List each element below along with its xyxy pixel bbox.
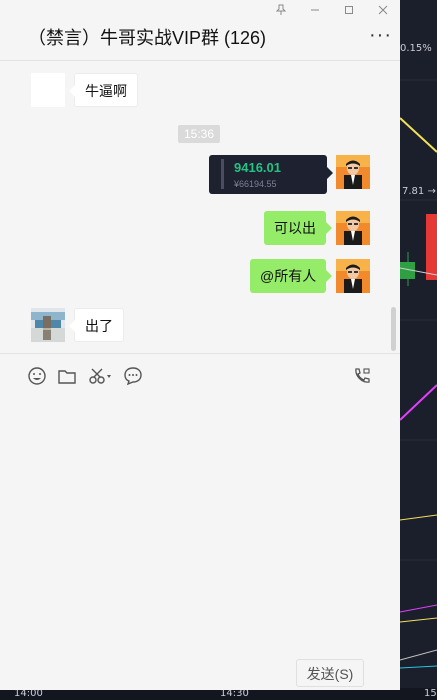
maximize-icon[interactable]	[340, 4, 358, 20]
message-timestamp: 15:36	[178, 125, 220, 143]
message-scrollbar[interactable]	[391, 307, 396, 351]
price-label: 7.81 →	[402, 186, 436, 197]
avatar[interactable]	[31, 73, 65, 107]
time-label-15: 15	[424, 688, 437, 699]
avatar[interactable]	[336, 211, 370, 245]
card-price: 9416.01	[234, 160, 281, 175]
red-candle	[426, 214, 437, 280]
card-chart-icon	[221, 159, 224, 189]
message-bubble[interactable]: @所有人	[250, 259, 333, 293]
message-bubble[interactable]: 出了	[69, 308, 124, 342]
minimize-icon[interactable]	[306, 4, 324, 20]
emoji-icon[interactable]	[27, 366, 49, 388]
message-list[interactable]: 牛逼啊 15:36 9416.01 ¥66194.55 可以出 @所有人 出了	[0, 61, 400, 353]
chat-window: （禁言）牛哥实战VIP群 (126) ··· 牛逼啊 15:36 9416.01…	[0, 0, 400, 690]
message-bubble[interactable]: 可以出	[264, 211, 332, 245]
more-options-button[interactable]: ···	[369, 25, 392, 45]
card-sub-price: ¥66194.55	[234, 179, 277, 189]
scissors-icon[interactable]	[88, 366, 114, 388]
avatar[interactable]	[336, 259, 370, 293]
pin-icon[interactable]	[272, 4, 290, 20]
close-icon[interactable]	[374, 4, 392, 20]
card-pointer	[327, 167, 333, 179]
avatar[interactable]	[336, 155, 370, 189]
video-call-icon[interactable]	[352, 366, 374, 388]
input-divider	[0, 353, 400, 354]
folder-icon[interactable]	[57, 366, 79, 388]
percent-label: 0.15%	[400, 43, 432, 54]
send-button[interactable]: 发送(S)	[296, 659, 364, 687]
chat-bubble-icon[interactable]	[123, 366, 145, 388]
avatar[interactable]	[31, 308, 65, 342]
price-card-message[interactable]: 9416.01 ¥66194.55	[209, 155, 327, 194]
chat-title: （禁言）牛哥实战VIP群 (126)	[28, 28, 267, 48]
message-bubble[interactable]: 牛逼啊	[69, 73, 138, 107]
message-input[interactable]	[0, 395, 400, 645]
